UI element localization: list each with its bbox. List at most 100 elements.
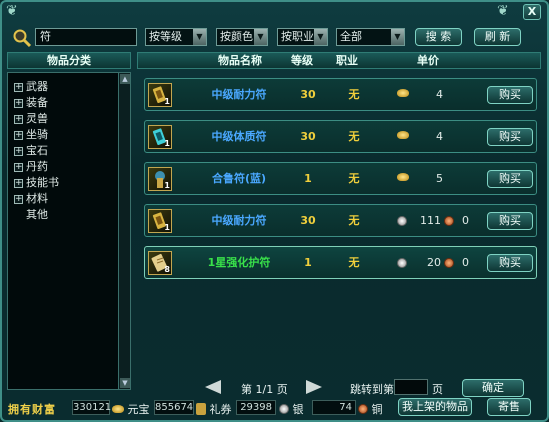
scroll-gold-icon: 1 [148, 83, 172, 107]
category-label: 其他 [26, 208, 48, 221]
talisman-icon: 1 [148, 167, 172, 191]
chevron-down-icon[interactable]: ▼ [391, 29, 404, 45]
item-count: 1 [164, 181, 170, 190]
category-label: 坐骑 [26, 128, 48, 141]
scope-filter-select[interactable]: 全部 ▼ [336, 28, 405, 46]
confirm-button[interactable]: 确定 [462, 379, 524, 397]
expand-icon[interactable]: + [14, 99, 23, 108]
category-item-gems[interactable]: + 宝石 [14, 143, 48, 158]
item-row[interactable]: 1 合鲁符(蓝) 1 无 5 购买 [144, 162, 537, 195]
job-column-header: 职业 [336, 54, 358, 67]
item-list-header: 物品名称 等级 职业 单价 [137, 52, 541, 69]
item-price-copper: 0 [462, 214, 469, 227]
yuanbao-icon [112, 405, 124, 413]
category-item-other[interactable]: 其他 [26, 207, 48, 222]
expand-icon[interactable]: + [14, 83, 23, 92]
job-filter-select[interactable]: 按职业 ▼ [277, 28, 328, 46]
buy-button[interactable]: 购买 [487, 170, 533, 188]
item-count: 1 [164, 223, 170, 232]
item-name: 中级耐力符 [211, 214, 267, 227]
item-level: 30 [300, 214, 316, 227]
category-label: 武器 [26, 80, 48, 93]
silver-coin-icon [279, 404, 289, 414]
scroll-paper-icon: 8 [148, 251, 172, 275]
category-item-weapons[interactable]: + 武器 [14, 79, 48, 94]
my-listings-button[interactable]: 我上架的物品 [398, 398, 472, 416]
expand-icon[interactable]: + [14, 179, 23, 188]
prev-page-icon[interactable] [205, 380, 221, 394]
expand-icon[interactable]: + [14, 147, 23, 156]
close-button[interactable]: X [523, 4, 541, 20]
category-panel: + 武器 + 装备 + 灵兽 + 坐骑 + 宝石 + 丹药 + 技能书 + 材料 其他 ▲ ▼ [7, 72, 131, 390]
scroll-down-icon[interactable]: ▼ [120, 378, 130, 388]
item-name: 中级体质符 [211, 130, 267, 143]
scroll-gold-icon: 1 [148, 209, 172, 233]
scroll-up-icon[interactable]: ▲ [120, 74, 130, 84]
liquan-amount: 855674 [154, 400, 194, 415]
liquan-icon-label: 礼券 [196, 401, 232, 417]
copper-label: 铜 [371, 403, 383, 416]
level-filter-value: 按等级 [149, 30, 182, 43]
jump-suffix: 页 [432, 383, 443, 396]
category-item-potions[interactable]: + 丹药 [14, 159, 48, 174]
item-row[interactable]: 1 中级耐力符 30 无 4 购买 [144, 78, 537, 111]
item-level: 30 [300, 88, 316, 101]
copper-coin-icon [444, 216, 454, 226]
item-job: 无 [348, 172, 360, 185]
item-name: 1星强化护符 [207, 256, 271, 269]
corner-ornament-icon: ❦ [6, 3, 18, 19]
yuanbao-icon-label: 元宝 [112, 401, 150, 417]
item-name: 中级耐力符 [211, 88, 267, 101]
category-label: 灵兽 [26, 112, 48, 125]
category-item-equipment[interactable]: + 装备 [14, 95, 48, 110]
chevron-down-icon[interactable]: ▼ [254, 29, 267, 45]
item-level: 30 [300, 130, 316, 143]
expand-icon[interactable]: + [14, 115, 23, 124]
item-price-silver: 20 [427, 256, 441, 269]
expand-icon[interactable]: + [14, 131, 23, 140]
next-page-icon[interactable] [306, 380, 322, 394]
consign-button[interactable]: 寄售 [487, 398, 531, 416]
category-item-materials[interactable]: + 材料 [14, 191, 48, 206]
expand-icon[interactable]: + [14, 195, 23, 204]
job-filter-value: 按职业 [281, 30, 314, 43]
color-filter-select[interactable]: 按颜色 ▼ [216, 28, 268, 46]
buy-button[interactable]: 购买 [487, 128, 533, 146]
level-filter-select[interactable]: 按等级 ▼ [145, 28, 207, 46]
gold-ingot-icon [397, 173, 409, 181]
item-price-gold: 5 [436, 172, 443, 185]
category-header: 物品分类 [7, 52, 131, 69]
category-scrollbar[interactable]: ▲ ▼ [118, 73, 130, 389]
buy-button[interactable]: 购买 [487, 254, 533, 272]
item-list: 1 中级耐力符 30 无 4 购买 1 中级体质符 30 无 4 购买 1 合鲁… [137, 72, 541, 372]
chevron-down-icon[interactable]: ▼ [193, 29, 206, 45]
search-button[interactable]: 搜 索 [415, 28, 462, 46]
refresh-button[interactable]: 刷 新 [474, 28, 521, 46]
search-input[interactable]: 符 [35, 28, 137, 46]
category-item-pets[interactable]: + 灵兽 [14, 111, 48, 126]
liquan-label: 礼券 [209, 403, 232, 416]
name-column-header: 物品名称 [218, 54, 262, 67]
search-icon[interactable] [12, 28, 32, 48]
item-level: 1 [304, 256, 312, 269]
level-column-header: 等级 [291, 54, 313, 67]
silver-icon-label: 银 [279, 401, 304, 417]
category-item-mounts[interactable]: + 坐骑 [14, 127, 48, 142]
copper-coin-icon [358, 404, 368, 414]
buy-button[interactable]: 购买 [487, 86, 533, 104]
category-label: 宝石 [26, 144, 48, 157]
buy-button[interactable]: 购买 [487, 212, 533, 230]
coupon-icon [196, 403, 206, 415]
category-item-skill-books[interactable]: + 技能书 [14, 175, 59, 190]
chevron-down-icon[interactable]: ▼ [314, 29, 327, 45]
item-row[interactable]: 1 中级体质符 30 无 4 购买 [144, 120, 537, 153]
page-indicator: 第 1/1 页 [241, 383, 288, 396]
item-job: 无 [348, 214, 360, 227]
expand-icon[interactable]: + [14, 163, 23, 172]
jump-page-input[interactable] [394, 379, 428, 395]
item-row[interactable]: 8 1星强化护符 1 无 20 0 购买 [144, 246, 537, 279]
item-price-silver: 111 [420, 214, 441, 227]
category-label: 丹药 [26, 160, 48, 173]
item-row[interactable]: 1 中级耐力符 30 无 111 0 购买 [144, 204, 537, 237]
item-job: 无 [348, 256, 360, 269]
